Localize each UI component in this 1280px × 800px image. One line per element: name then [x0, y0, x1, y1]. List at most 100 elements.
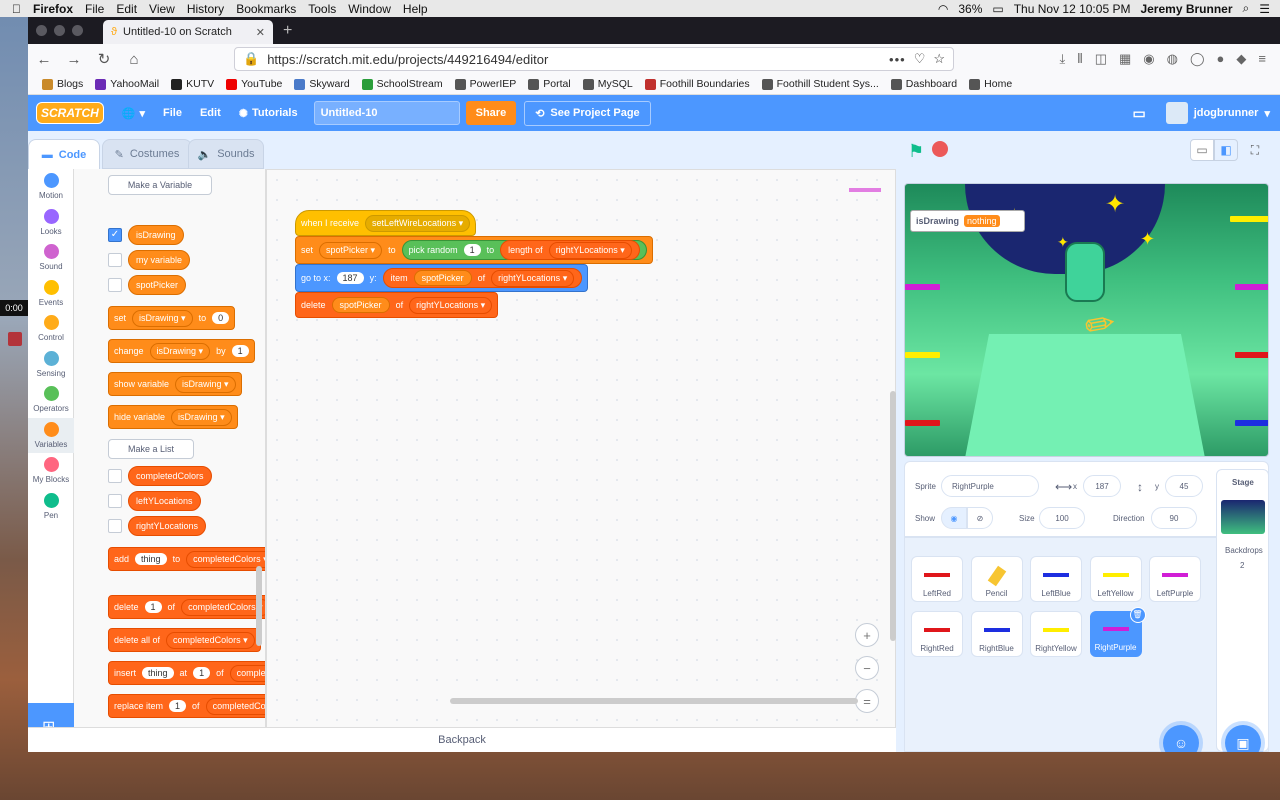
length-of-list-block[interactable]: length of rightYLocations: [500, 240, 640, 260]
url-bar[interactable]: 🔒 https://scratch.mit.edu/projects/44921…: [234, 47, 954, 71]
bookmark-item[interactable]: YouTube: [226, 78, 282, 90]
scratch-logo[interactable]: SCRATCH: [36, 102, 104, 124]
minimize-window-icon[interactable]: [54, 25, 65, 36]
delete-all-of-list-block[interactable]: delete all of completedColors: [108, 628, 261, 652]
sprite-tile-leftred[interactable]: LeftRed: [911, 556, 963, 602]
menu-help[interactable]: Help: [403, 2, 428, 16]
backpack[interactable]: Backpack: [28, 727, 896, 752]
variable-dropdown[interactable]: isDrawing: [132, 309, 193, 327]
account-menu[interactable]: ▭ jdogbrunner ▾: [1132, 102, 1280, 124]
zoom-reset-button[interactable]: =: [855, 689, 879, 713]
user-name[interactable]: Jeremy Brunner: [1140, 2, 1232, 16]
category-my-blocks[interactable]: My Blocks: [28, 453, 74, 489]
value-input[interactable]: 1: [169, 700, 187, 712]
reporter-list[interactable]: rightYLocations: [128, 516, 207, 536]
zoom-in-button[interactable]: +: [855, 623, 879, 647]
bookmark-item[interactable]: YahooMail: [95, 78, 159, 90]
green-flag-icon[interactable]: ⚑: [908, 141, 924, 162]
show-variable-block[interactable]: show variable isDrawing: [108, 372, 242, 396]
list-dropdown[interactable]: completedColors: [205, 697, 265, 715]
sidebar-icon[interactable]: ◫: [1095, 51, 1107, 67]
list-dropdown[interactable]: rightYLocations: [491, 269, 575, 287]
category-motion[interactable]: Motion: [28, 169, 74, 205]
direction-input[interactable]: 90: [1151, 507, 1197, 529]
size-input[interactable]: 100: [1039, 507, 1085, 529]
new-tab-icon[interactable]: +: [273, 22, 302, 44]
go-to-xy-block[interactable]: go to x: 187 y: item spotPicker of rightYLoca…: [295, 264, 589, 292]
make-list-button[interactable]: Make a List: [108, 439, 194, 459]
downloads-icon[interactable]: ⤓: [1059, 51, 1065, 67]
bookmark-item[interactable]: Blogs: [42, 78, 83, 90]
extension-icon[interactable]: ◆: [1236, 51, 1246, 67]
category-variables[interactable]: Variables: [28, 417, 74, 453]
bookmark-item[interactable]: Home: [969, 78, 1012, 90]
variable-dropdown[interactable]: spotPicker: [319, 241, 383, 259]
insert-at-list-block[interactable]: insert thingat 1 of completedColors: [108, 661, 265, 685]
extension-icon[interactable]: ▦: [1119, 51, 1131, 67]
palette-scrollbar[interactable]: [256, 566, 262, 646]
set-variable-block[interactable]: set isDrawing to 0: [108, 306, 236, 330]
x-input[interactable]: 187: [336, 272, 364, 284]
show-visible-icon[interactable]: ◉: [941, 507, 967, 529]
variable-dropdown[interactable]: isDrawing: [171, 408, 232, 426]
list-dropdown[interactable]: rightYLocations: [409, 296, 493, 314]
tab-code[interactable]: ▬ Code: [28, 139, 100, 169]
variable-dropdown[interactable]: isDrawing: [149, 342, 211, 360]
library-icon[interactable]: ⫴: [1077, 51, 1082, 67]
close-tab-icon[interactable]: ✕: [256, 26, 265, 39]
value-input[interactable]: 1: [144, 601, 162, 613]
checkbox-list[interactable]: [108, 469, 122, 483]
category-sound[interactable]: Sound: [28, 240, 74, 276]
edit-menu[interactable]: Edit: [200, 107, 221, 119]
sprite-tile-rightpurple[interactable]: RightPurple 🗑: [1089, 607, 1146, 657]
menu-file[interactable]: File: [85, 2, 104, 16]
menu-view[interactable]: View: [149, 2, 175, 16]
value-input[interactable]: 0: [212, 312, 230, 324]
script-workspace[interactable]: when I receivesetLeftWireLocations setsp…: [266, 169, 896, 752]
make-variable-button[interactable]: Make a Variable: [108, 175, 212, 195]
clock[interactable]: Thu Nov 12 10:05 PM: [1014, 2, 1131, 16]
stop-icon[interactable]: [932, 141, 948, 157]
search-icon[interactable]: ⌕: [1243, 1, 1250, 16]
value-input[interactable]: thing: [135, 553, 167, 565]
message-dropdown[interactable]: setLeftWireLocations: [365, 214, 471, 232]
hide-variable-block[interactable]: hide variable isDrawing: [108, 405, 238, 429]
category-sensing[interactable]: Sensing: [28, 347, 74, 383]
value-input[interactable]: thing: [142, 667, 174, 679]
small-stage-icon[interactable]: ▭: [1190, 139, 1214, 161]
sprite-tile-rightyellow[interactable]: RightYellow: [1030, 611, 1082, 657]
bookmark-item[interactable]: Portal: [528, 78, 571, 90]
checkbox-spotpicker[interactable]: [108, 278, 122, 292]
index-input[interactable]: 1: [193, 667, 211, 679]
bookmark-item[interactable]: SchoolStream: [361, 78, 443, 90]
language-button[interactable]: 🌐 ▾: [122, 107, 145, 120]
fullscreen-icon[interactable]: ⛶: [1244, 139, 1266, 161]
adblock-icon[interactable]: ●: [1217, 51, 1225, 67]
reporter-list[interactable]: completedColors: [128, 466, 212, 486]
variable-dropdown[interactable]: isDrawing: [175, 375, 236, 393]
category-looks[interactable]: Looks: [28, 205, 74, 241]
home-icon[interactable]: ⌂: [124, 51, 144, 68]
category-pen[interactable]: Pen: [28, 489, 74, 525]
my-stuff-icon[interactable]: ▭: [1132, 105, 1145, 122]
hide-visible-icon[interactable]: ⊘: [967, 507, 993, 529]
checkbox-my-variable[interactable]: [108, 253, 122, 267]
file-menu[interactable]: File: [163, 107, 182, 119]
reload-icon[interactable]: ↻: [94, 50, 114, 68]
control-center-icon[interactable]: ☰: [1259, 2, 1270, 16]
reporter-spotpicker[interactable]: spotPicker: [128, 275, 187, 295]
share-button[interactable]: Share: [465, 101, 517, 125]
menu-app-name[interactable]: Firefox: [33, 2, 73, 16]
sprite-name-input[interactable]: RightPurple: [941, 475, 1039, 497]
menu-history[interactable]: History: [187, 2, 224, 16]
bookmark-item[interactable]: PowerIEP: [454, 78, 516, 90]
x-input[interactable]: 187: [1083, 475, 1121, 497]
project-title-input[interactable]: Untitled-10: [313, 101, 460, 125]
change-variable-block[interactable]: change isDrawing by 1: [108, 339, 255, 363]
delete-of-list-block[interactable]: delete 1 of completedColors: [108, 595, 265, 619]
stage-canvas[interactable]: ✦ ✦ ✦ ✦ ✏ isDrawingnothing: [904, 183, 1269, 457]
sprite-tile-leftyellow[interactable]: LeftYellow: [1089, 556, 1142, 602]
add-to-list-block[interactable]: add thing to completedColors: [108, 547, 265, 571]
category-control[interactable]: Control: [28, 311, 74, 347]
tab-costumes[interactable]: ✎ Costumes: [102, 139, 192, 169]
